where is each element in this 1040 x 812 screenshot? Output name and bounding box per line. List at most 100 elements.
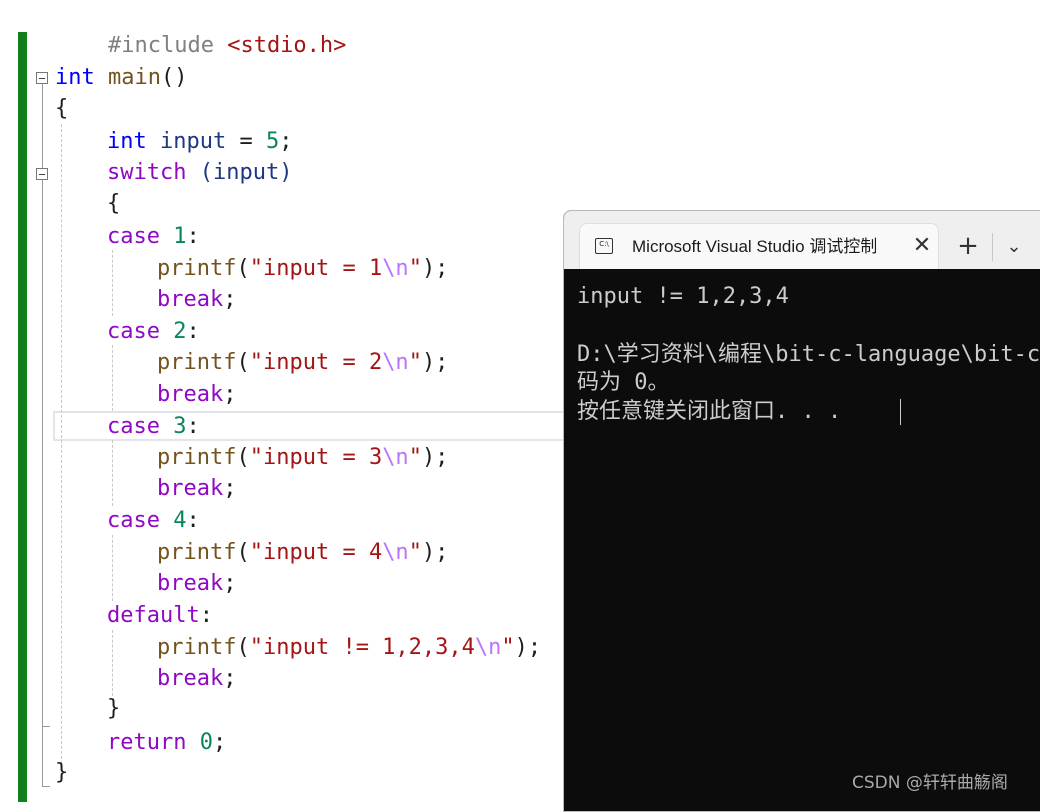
code-line[interactable]: case 2: bbox=[107, 317, 200, 347]
case-value: 4 bbox=[159, 508, 187, 533]
change-tracking-bar bbox=[18, 32, 27, 802]
escape-sequence: \n bbox=[382, 256, 409, 281]
string-literal: "input != 1,2,3,4 bbox=[249, 635, 475, 660]
statement-end: ); bbox=[514, 635, 542, 660]
semicolon: ; bbox=[223, 571, 237, 596]
code-line[interactable]: printf("input != 1,2,3,4\n"); bbox=[157, 633, 541, 663]
statement-end: ); bbox=[421, 350, 449, 375]
brace: } bbox=[107, 696, 121, 721]
fold-end-main bbox=[42, 786, 50, 787]
tab-title: Microsoft Visual Studio 调试控制台 bbox=[632, 237, 876, 256]
chevron-down-icon[interactable]: ⌄ bbox=[1000, 233, 1028, 261]
keyword: default bbox=[107, 603, 200, 628]
code-line[interactable]: default: bbox=[107, 601, 213, 631]
string-literal: "input = 1 bbox=[249, 256, 383, 281]
escape-sequence: \n bbox=[382, 445, 409, 470]
fold-guide-switch bbox=[42, 180, 43, 726]
function-call: printf bbox=[157, 350, 237, 375]
case-value: 3 bbox=[159, 414, 187, 439]
code-line[interactable]: case 4: bbox=[107, 506, 200, 536]
statement-end: ); bbox=[421, 256, 449, 281]
indent-guide bbox=[61, 124, 62, 764]
colon: : bbox=[186, 224, 200, 249]
string-quote: " bbox=[501, 635, 515, 660]
function-name: main bbox=[108, 65, 161, 90]
brace: { bbox=[55, 96, 69, 121]
code-line[interactable]: break; bbox=[157, 285, 236, 315]
code-line[interactable]: break; bbox=[157, 474, 236, 504]
watermark: CSDN @轩轩曲觞阁 bbox=[852, 773, 1008, 793]
keyword: case bbox=[107, 319, 160, 344]
indent-guide bbox=[112, 630, 113, 696]
code-line[interactable]: } bbox=[107, 694, 120, 724]
parens: () bbox=[160, 65, 188, 90]
collapse-switch-icon[interactable] bbox=[36, 168, 48, 180]
indent-guide bbox=[112, 345, 113, 411]
preprocessor-directive: #include bbox=[107, 33, 214, 58]
keyword: break bbox=[157, 382, 224, 407]
code-line[interactable]: #include <stdio.h> bbox=[55, 1, 346, 58]
colon: : bbox=[186, 319, 200, 344]
semicolon: ; bbox=[223, 476, 237, 501]
code-line[interactable]: printf("input = 4\n"); bbox=[157, 538, 448, 568]
keyword: break bbox=[157, 287, 224, 312]
output-line: 按任意键关闭此窗口. . . bbox=[577, 399, 842, 424]
code-line[interactable]: break; bbox=[157, 664, 236, 694]
terminal-output[interactable]: input != 1,2,3,4 D:\学习资料\编程\bit-c-langua… bbox=[564, 269, 1040, 811]
close-icon[interactable]: ✕ bbox=[912, 234, 932, 258]
code-line[interactable]: printf("input = 2\n"); bbox=[157, 348, 448, 378]
string-quote: " bbox=[408, 445, 422, 470]
indent-guide bbox=[112, 250, 113, 316]
code-line[interactable]: break; bbox=[157, 569, 236, 599]
case-value: 2 bbox=[159, 319, 187, 344]
string-quote: " bbox=[408, 350, 422, 375]
escape-sequence: \n bbox=[474, 635, 502, 660]
semicolon: ; bbox=[279, 129, 293, 154]
paren: ( bbox=[236, 540, 250, 565]
code-line[interactable]: } bbox=[55, 758, 68, 788]
indent-guide bbox=[112, 440, 113, 506]
variable: input bbox=[160, 129, 227, 154]
colon: : bbox=[186, 508, 200, 533]
collapse-main-icon[interactable] bbox=[36, 72, 48, 84]
code-line[interactable]: printf("input = 3\n"); bbox=[157, 443, 448, 473]
text-cursor bbox=[900, 399, 901, 425]
terminal-tab[interactable]: C:\ Microsoft Visual Studio 调试控制台 ✕ bbox=[579, 223, 939, 269]
code-line[interactable]: case 3: bbox=[107, 412, 200, 442]
keyword: case bbox=[107, 224, 160, 249]
code-line[interactable]: switch (input) bbox=[107, 158, 292, 188]
switch-expression: (input) bbox=[186, 160, 293, 185]
statement-end: ); bbox=[421, 540, 449, 565]
code-line[interactable]: break; bbox=[157, 380, 236, 410]
code-line[interactable]: int input = 5; bbox=[107, 127, 292, 157]
case-value: 1 bbox=[159, 224, 187, 249]
string-literal: "input = 4 bbox=[249, 540, 383, 565]
code-line[interactable]: printf("input = 1\n"); bbox=[157, 254, 448, 284]
paren: ( bbox=[236, 350, 250, 375]
keyword: int bbox=[107, 129, 147, 154]
tab-divider bbox=[992, 233, 993, 261]
statement-end: ); bbox=[421, 445, 449, 470]
code-line[interactable]: int main() bbox=[55, 63, 187, 93]
terminal-tab-strip: C:\ Microsoft Visual Studio 调试控制台 ✕ + ⌄ bbox=[564, 211, 1040, 269]
code-line[interactable]: case 1: bbox=[107, 222, 200, 252]
paren: ( bbox=[236, 256, 250, 281]
output-line: input != 1,2,3,4 bbox=[577, 284, 789, 309]
keyword: int bbox=[55, 65, 95, 90]
code-line[interactable]: { bbox=[55, 94, 68, 124]
debug-console-window[interactable]: C:\ Microsoft Visual Studio 调试控制台 ✕ + ⌄ … bbox=[563, 210, 1040, 812]
code-line[interactable]: return 0; bbox=[107, 728, 226, 758]
semicolon: ; bbox=[223, 287, 237, 312]
code-line[interactable]: { bbox=[107, 189, 120, 219]
semicolon: ; bbox=[212, 730, 227, 755]
paren: ( bbox=[236, 445, 250, 470]
number: 5 bbox=[265, 129, 280, 154]
keyword: return bbox=[107, 730, 187, 755]
keyword: break bbox=[157, 476, 224, 501]
new-tab-button[interactable]: + bbox=[954, 231, 982, 261]
header-name: <stdio.h> bbox=[227, 33, 347, 58]
string-quote: " bbox=[408, 256, 422, 281]
keyword: case bbox=[107, 414, 160, 439]
paren: ( bbox=[236, 635, 250, 660]
colon: : bbox=[199, 603, 213, 628]
